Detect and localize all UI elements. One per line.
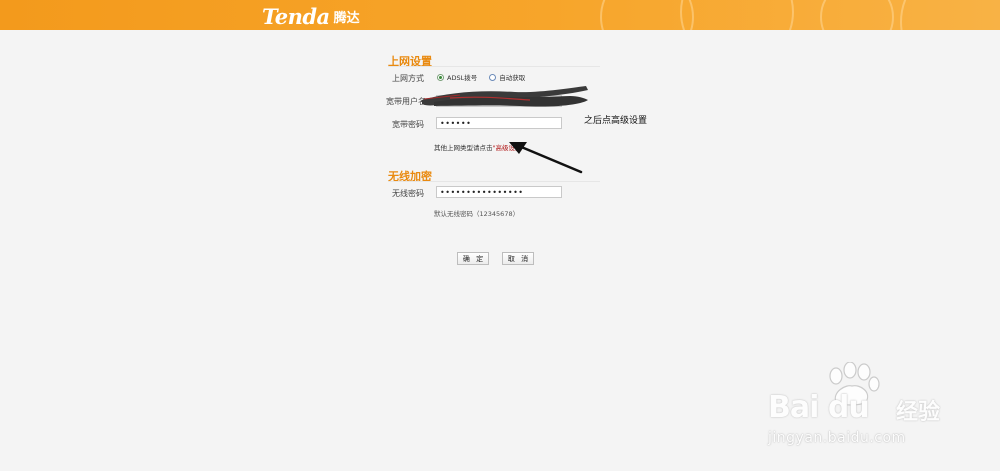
tenda-logo: Tenda 腾达 bbox=[262, 3, 360, 29]
redaction-scribble bbox=[422, 86, 588, 107]
header-bar: Tenda 腾达 bbox=[0, 0, 1000, 30]
wireless-password-label: 无线密码 bbox=[392, 189, 424, 198]
radio-auto-label[interactable]: 自动获取 bbox=[499, 72, 525, 82]
watermark-logo: Bai du bbox=[768, 390, 870, 425]
logo-brand-cn: 腾达 bbox=[333, 11, 360, 26]
hint-prefix: 其他上网类型请点击 bbox=[434, 144, 493, 152]
section-divider bbox=[388, 181, 600, 182]
watermark-url: jingyan.baidu.com bbox=[768, 430, 906, 446]
annotation-arrow-icon bbox=[509, 142, 583, 174]
default-wireless-password-note: 默认无线密码（12345678） bbox=[434, 210, 520, 218]
logo-brand-text: Tenda bbox=[262, 4, 330, 29]
broadband-password-input[interactable]: •••••• bbox=[436, 117, 562, 129]
connection-type-label: 上网方式 bbox=[392, 74, 424, 83]
radio-adsl-label[interactable]: ADSL拨号 bbox=[447, 72, 477, 82]
baidu-jingyan-watermark: Bai du 经验 jingyan.baidu.com bbox=[762, 362, 982, 462]
header-decoration bbox=[900, 0, 1000, 30]
ok-button[interactable]: 确 定 bbox=[457, 252, 489, 265]
cancel-button[interactable]: 取 消 bbox=[502, 252, 534, 265]
header-decoration bbox=[680, 0, 794, 30]
radio-auto[interactable] bbox=[489, 73, 497, 81]
broadband-password-label: 宽带密码 bbox=[392, 120, 424, 129]
wireless-password-input[interactable]: •••••••••••••••• bbox=[436, 186, 562, 198]
connection-type-radio-group: ADSL拨号 自动获取 bbox=[437, 72, 537, 82]
radio-adsl[interactable] bbox=[437, 73, 444, 81]
watermark-product: 经验 bbox=[896, 400, 941, 425]
header-decoration bbox=[820, 0, 894, 30]
annotation-text: 之后点高级设置 bbox=[584, 116, 648, 126]
section-divider bbox=[388, 66, 600, 67]
